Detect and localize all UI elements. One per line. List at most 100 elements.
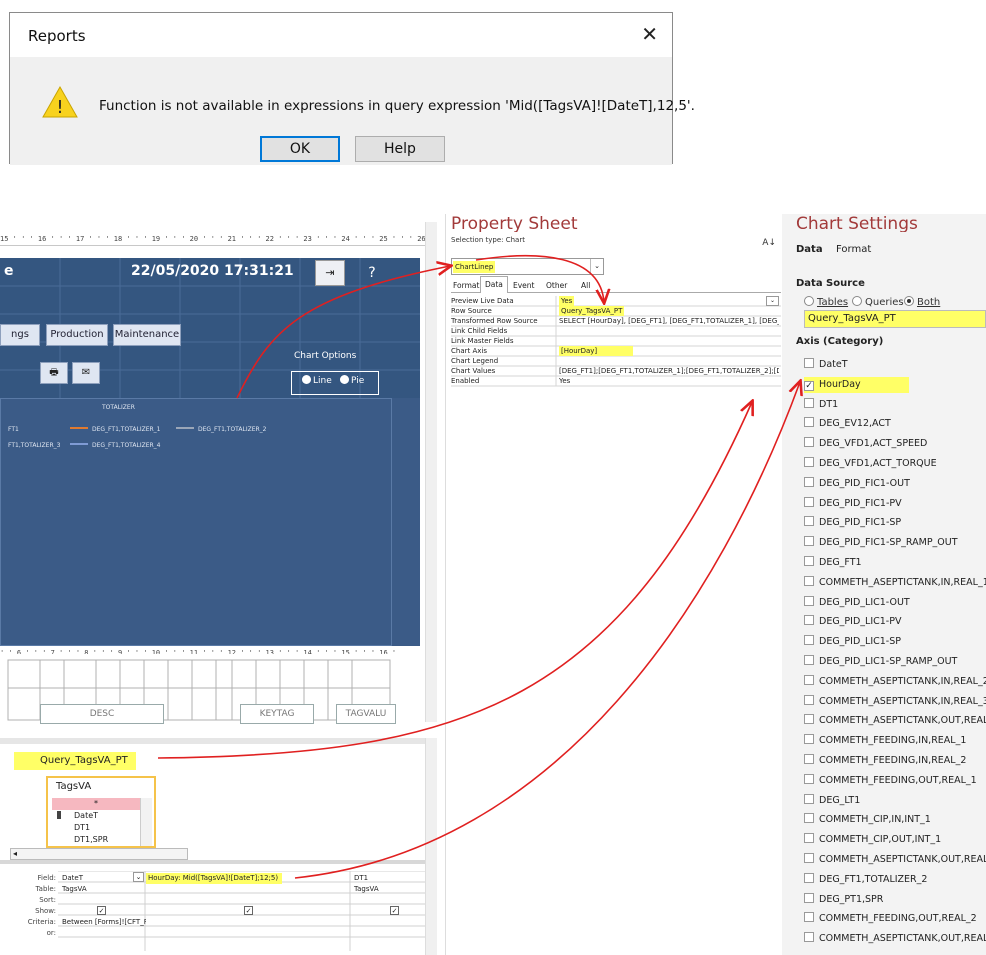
- table-cell[interactable]: TagsVA: [352, 884, 412, 895]
- checkbox[interactable]: [804, 912, 814, 923]
- keytag-field[interactable]: KEYTAG: [240, 704, 314, 724]
- criteria-cell[interactable]: Between [Forms]![CFT_R: [60, 917, 146, 928]
- checkbox[interactable]: [804, 694, 814, 705]
- vertical-scrollbar[interactable]: [425, 222, 437, 722]
- axis-field-item[interactable]: DT1: [804, 397, 838, 413]
- axis-field-item[interactable]: DEG_FT1: [804, 555, 862, 571]
- line-radio[interactable]: Line: [302, 375, 332, 386]
- axis-field-item[interactable]: COMMETH_ASEPTICTANK,OUT,REAL_2: [804, 931, 986, 947]
- axis-field-item[interactable]: DEG_LT1: [804, 793, 860, 809]
- checkbox[interactable]: [804, 536, 814, 547]
- field-dropdown[interactable]: ⌄: [133, 872, 144, 882]
- chevron-down-icon[interactable]: ⌄: [590, 259, 603, 274]
- axis-field-item[interactable]: DEG_PID_LIC1-SP_RAMP_OUT: [804, 654, 957, 670]
- chevron-down-icon[interactable]: ⌄: [766, 296, 779, 306]
- prop-value-link-child[interactable]: [557, 326, 779, 336]
- checkbox[interactable]: [804, 872, 814, 883]
- help-button[interactable]: Help: [355, 136, 445, 162]
- checkbox[interactable]: [804, 457, 814, 467]
- axis-field-item[interactable]: DEG_PID_LIC1-SP: [804, 634, 901, 650]
- axis-field-item[interactable]: DEG_EV12,ACT: [804, 416, 891, 432]
- exit-button[interactable]: ⇥: [315, 260, 345, 286]
- axis-field-item[interactable]: DEG_FT1,TOTALIZER_2: [804, 872, 927, 888]
- object-selector[interactable]: ChartLinep ⌄: [451, 258, 604, 275]
- axis-field-item[interactable]: DateT: [804, 357, 848, 373]
- field-cell-hourday[interactable]: HourDay: Mid([TagsVA]![DateT];12;5): [146, 873, 283, 884]
- both-radio[interactable]: Both: [904, 296, 940, 308]
- axis-field-item[interactable]: DEG_PT1,SPR: [804, 892, 883, 908]
- help-form-button[interactable]: ?: [357, 260, 387, 286]
- queries-radio[interactable]: Queries: [852, 296, 904, 308]
- prop-value-enabled[interactable]: Yes: [557, 376, 779, 386]
- show-checkbox[interactable]: ✓: [390, 906, 399, 915]
- prop-value-chart-axis[interactable]: [HourDay]: [557, 346, 779, 356]
- axis-field-item[interactable]: COMMETH_CIP,OUT,INT_1: [804, 832, 941, 848]
- tab-format[interactable]: Format: [449, 278, 483, 293]
- axis-field-item[interactable]: DEG_PID_FIC1-PV: [804, 496, 902, 512]
- axis-field-item[interactable]: COMMETH_ASEPTICTANK,OUT,REAL_1: [804, 852, 986, 868]
- checkbox[interactable]: [804, 892, 814, 903]
- axis-field-item[interactable]: DEG_VFD1,ACT_SPEED: [804, 436, 927, 452]
- prop-value-row-source[interactable]: Query_TagsVA_PT: [557, 306, 779, 316]
- axis-field-item[interactable]: DEG_PID_FIC1-SP_RAMP_OUT: [804, 535, 958, 551]
- tagsva-table[interactable]: TagsVA * DateT DT1 DT1,SPR: [46, 776, 156, 848]
- grid-splitter[interactable]: [0, 860, 437, 864]
- axis-field-item[interactable]: COMMETH_FEEDING,OUT,REAL_2: [804, 911, 977, 927]
- desc-field[interactable]: DESC: [40, 704, 164, 724]
- checkbox[interactable]: [804, 635, 814, 646]
- checkbox[interactable]: [804, 437, 814, 448]
- prop-value-preview[interactable]: Yes: [557, 296, 779, 306]
- prop-value-transformed[interactable]: SELECT [HourDay], [DEG_FT1], [DEG_FT1,TO…: [557, 316, 779, 326]
- splitter[interactable]: [0, 738, 437, 744]
- axis-field-item[interactable]: DEG_PID_LIC1-PV: [804, 614, 901, 630]
- chart-control[interactable]: [0, 398, 392, 646]
- checkbox[interactable]: [804, 358, 814, 368]
- tab-event[interactable]: Event: [509, 278, 539, 293]
- checkbox[interactable]: [804, 575, 814, 586]
- checkbox[interactable]: [804, 813, 814, 824]
- tab-data[interactable]: Data: [480, 276, 508, 293]
- checkbox[interactable]: [804, 853, 814, 863]
- tab-other[interactable]: Other: [542, 278, 571, 293]
- checkbox[interactable]: [804, 754, 814, 764]
- show-checkbox[interactable]: ✓: [244, 906, 253, 915]
- pie-radio[interactable]: Pie: [340, 375, 364, 386]
- axis-field-item[interactable]: COMMETH_FEEDING,IN,REAL_1: [804, 733, 966, 749]
- checkbox[interactable]: [804, 397, 814, 408]
- field-item[interactable]: *: [52, 798, 140, 810]
- field-item[interactable]: DT1: [52, 822, 140, 834]
- field-cell-dt1[interactable]: DT1: [352, 873, 412, 884]
- query-vertical-scrollbar[interactable]: [425, 738, 437, 955]
- checkbox[interactable]: [804, 516, 814, 527]
- checkbox[interactable]: [804, 556, 814, 566]
- field-item[interactable]: DT1,SPR: [52, 834, 140, 846]
- checkbox[interactable]: [804, 476, 814, 487]
- tab-all[interactable]: All: [577, 278, 594, 293]
- email-button[interactable]: ✉: [72, 362, 100, 384]
- maintenance-nav-button[interactable]: Maintenance: [113, 324, 181, 346]
- checkbox[interactable]: [804, 655, 814, 665]
- axis-field-item[interactable]: COMMETH_ASEPTICTANK,IN,REAL_3: [804, 694, 986, 710]
- prop-value-chart-values[interactable]: [DEG_FT1];[DEG_FT1,TOTALIZER_1];[DEG_FT1…: [557, 366, 779, 376]
- settings-nav-button[interactable]: ngs: [0, 324, 40, 346]
- axis-field-item[interactable]: COMMETH_FEEDING,IN,REAL_2: [804, 753, 966, 769]
- axis-field-item[interactable]: COMMETH_CIP,IN,INT_1: [804, 812, 931, 828]
- tagvalue-field[interactable]: TAGVALU: [336, 704, 396, 724]
- tables-radio[interactable]: Tables: [804, 296, 848, 308]
- axis-field-item[interactable]: ✓ HourDay: [804, 376, 909, 393]
- close-icon[interactable]: ✕: [641, 23, 658, 45]
- checkbox[interactable]: [804, 417, 814, 428]
- checkbox-checked[interactable]: ✓: [804, 380, 814, 391]
- checkbox[interactable]: [804, 496, 814, 507]
- prop-value-chart-legend[interactable]: [557, 356, 779, 366]
- query-tab[interactable]: Query_TagsVA_PT: [14, 752, 136, 770]
- field-item[interactable]: DateT: [52, 810, 140, 822]
- field-cell-datet[interactable]: DateT: [60, 873, 132, 884]
- tab-data[interactable]: Data: [796, 244, 823, 255]
- checkbox[interactable]: [804, 615, 814, 626]
- axis-field-item[interactable]: COMMETH_ASEPTICTANK,IN,REAL_1: [804, 575, 986, 591]
- axis-field-item[interactable]: COMMETH_ASEPTICTANK,OUT,REAL_3: [804, 713, 986, 729]
- axis-field-item[interactable]: DEG_PID_FIC1-OUT: [804, 476, 910, 492]
- table-cell[interactable]: TagsVA: [60, 884, 144, 895]
- show-checkbox[interactable]: ✓: [97, 906, 106, 915]
